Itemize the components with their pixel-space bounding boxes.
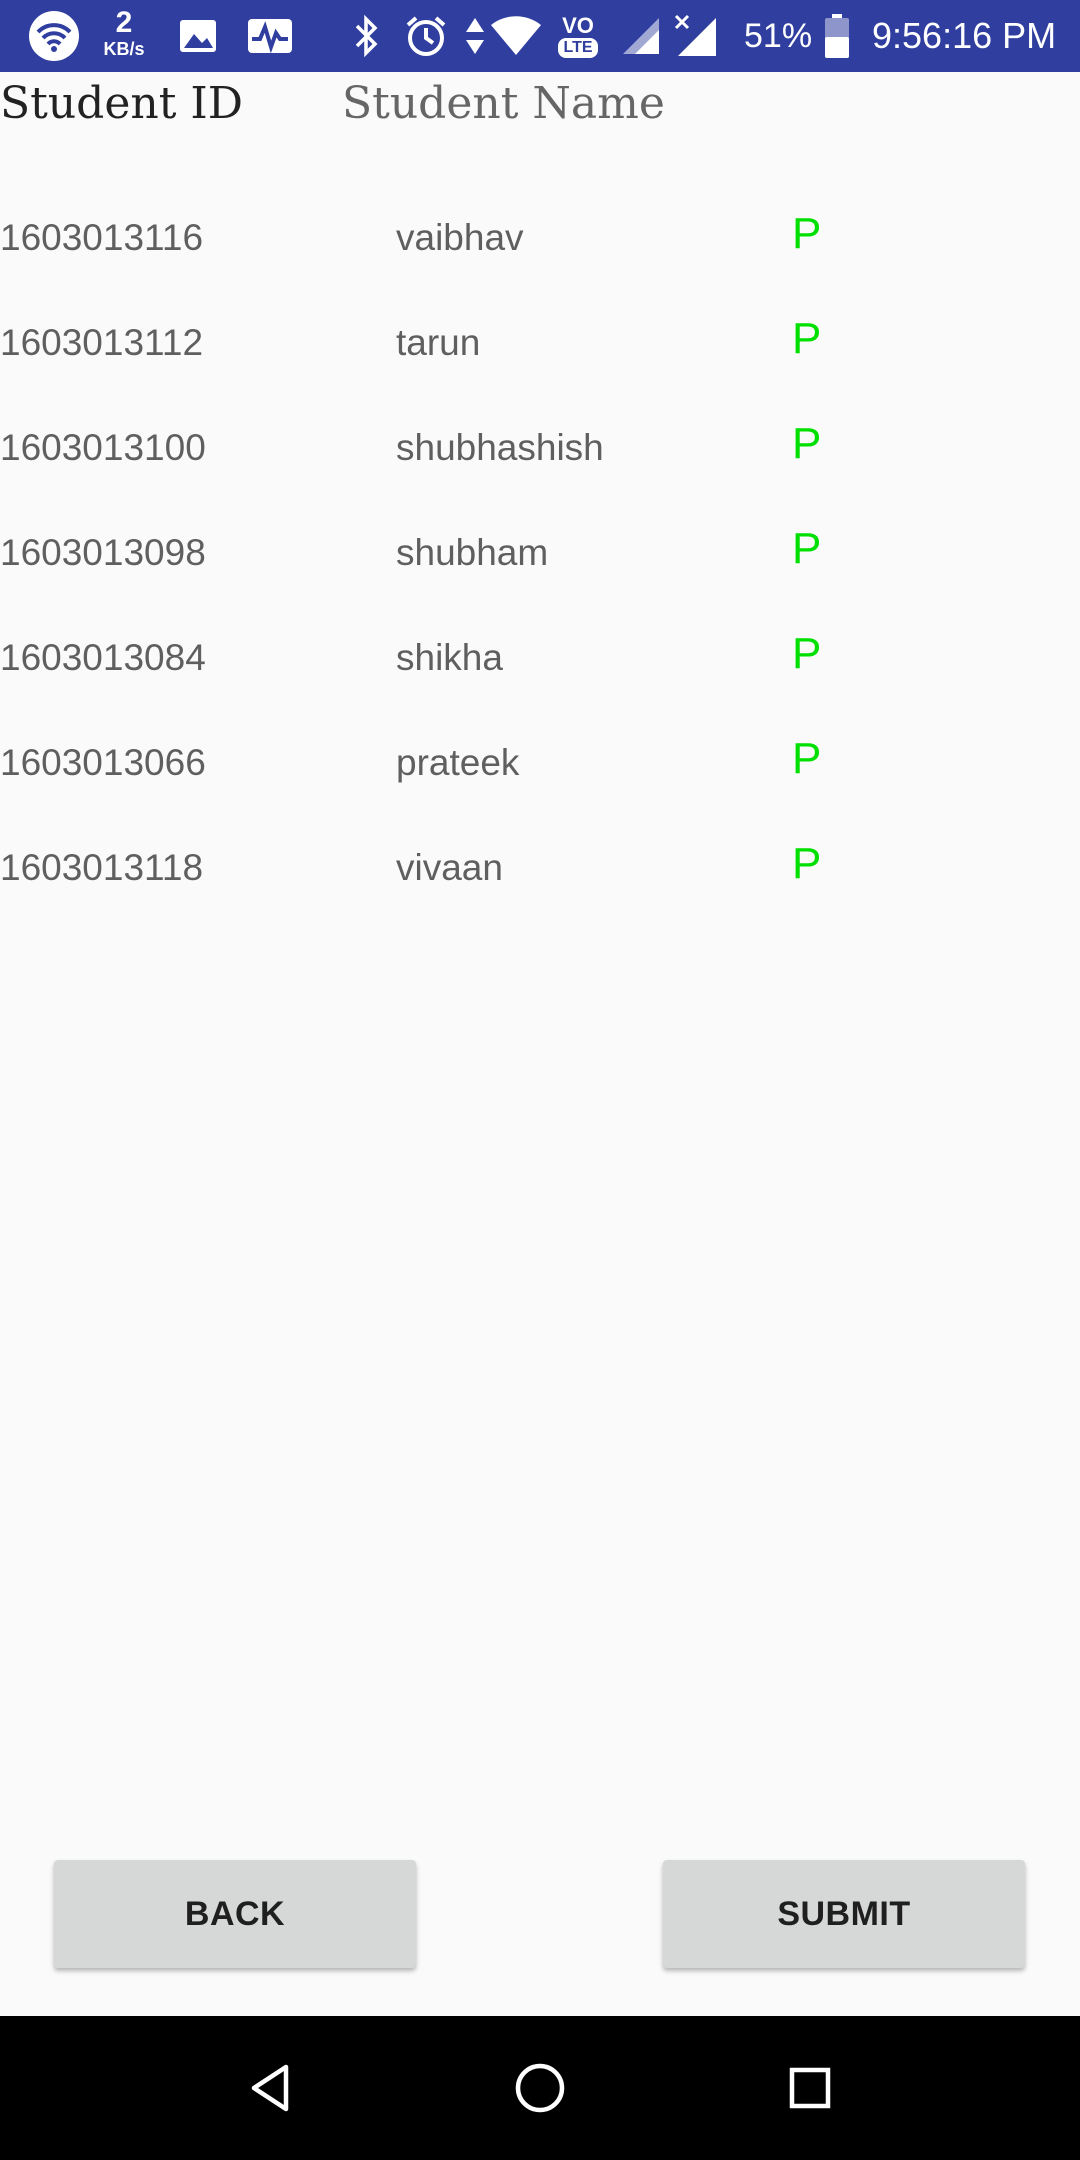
student-name-header: Student Name bbox=[342, 78, 665, 129]
bluetooth-icon bbox=[346, 0, 386, 72]
student-name: shikha bbox=[396, 637, 503, 678]
wifi-icon bbox=[28, 0, 80, 72]
student-list: 1603013116 vaibhav P 1603013112 tarun P … bbox=[0, 193, 1080, 928]
student-name: prateek bbox=[396, 742, 520, 783]
student-id: 1603013084 bbox=[0, 637, 206, 678]
student-id: 1603013066 bbox=[0, 742, 206, 783]
student-row[interactable]: 1603013100 shubhashish P bbox=[0, 403, 1080, 508]
student-name: vivaan bbox=[396, 847, 503, 888]
network-speed: 2 KB/s bbox=[96, 8, 152, 60]
volte-vo-label: VO bbox=[562, 13, 594, 38]
attendance-status[interactable]: P bbox=[792, 209, 821, 259]
wifi-signal-icon bbox=[488, 0, 544, 72]
student-row[interactable]: 1603013116 vaibhav P bbox=[0, 193, 1080, 298]
student-id: 1603013116 bbox=[0, 217, 204, 258]
student-name: shubhashish bbox=[396, 427, 604, 468]
navigation-bar bbox=[0, 2016, 1080, 2160]
cell-signal-no-data-icon bbox=[672, 0, 722, 72]
cell-signal-icon bbox=[618, 0, 664, 72]
attendance-status[interactable]: P bbox=[792, 524, 821, 574]
student-id: 1603013118 bbox=[0, 847, 204, 888]
recents-icon[interactable] bbox=[750, 2016, 870, 2160]
attendance-status[interactable]: P bbox=[792, 419, 821, 469]
student-id: 1603013100 bbox=[0, 427, 206, 468]
student-id-header: Student ID bbox=[0, 78, 244, 129]
back-button[interactable]: BACK bbox=[54, 1860, 416, 1968]
list-header: Student ID Student Name bbox=[0, 72, 1080, 212]
student-name: tarun bbox=[396, 322, 481, 363]
attendance-status[interactable]: P bbox=[792, 629, 821, 679]
activity-icon bbox=[244, 0, 296, 72]
student-id: 1603013098 bbox=[0, 532, 206, 573]
volte-icon: VO LTE bbox=[550, 0, 606, 72]
alarm-icon bbox=[402, 0, 450, 72]
student-row[interactable]: 1603013066 prateek P bbox=[0, 718, 1080, 823]
clock: 9:56:16 PM bbox=[872, 15, 1057, 56]
home-icon[interactable] bbox=[480, 2016, 600, 2160]
network-speed-value: 2 bbox=[115, 6, 133, 39]
student-row[interactable]: 1603013118 vivaan P bbox=[0, 823, 1080, 928]
student-row[interactable]: 1603013084 shikha P bbox=[0, 613, 1080, 718]
student-row[interactable]: 1603013112 tarun P bbox=[0, 298, 1080, 403]
attendance-status[interactable]: P bbox=[792, 839, 821, 889]
battery-icon bbox=[820, 0, 854, 72]
battery-percent: 51% bbox=[744, 16, 813, 55]
student-name: shubham bbox=[396, 532, 549, 573]
submit-button[interactable]: SUBMIT bbox=[663, 1860, 1025, 1968]
attendance-status[interactable]: P bbox=[792, 314, 821, 364]
volte-lte-label: LTE bbox=[558, 38, 598, 58]
back-icon[interactable] bbox=[210, 2016, 330, 2160]
student-name: vaibhav bbox=[396, 217, 524, 258]
student-id: 1603013112 bbox=[0, 322, 204, 363]
student-row[interactable]: 1603013098 shubham P bbox=[0, 508, 1080, 613]
gallery-icon bbox=[176, 0, 220, 72]
network-speed-unit: KB/s bbox=[103, 39, 145, 59]
attendance-status[interactable]: P bbox=[792, 734, 821, 784]
data-arrows-icon bbox=[462, 0, 488, 72]
status-bar: 2 KB/s VO LTE 51% 9:56:16 PM bbox=[0, 0, 1080, 72]
